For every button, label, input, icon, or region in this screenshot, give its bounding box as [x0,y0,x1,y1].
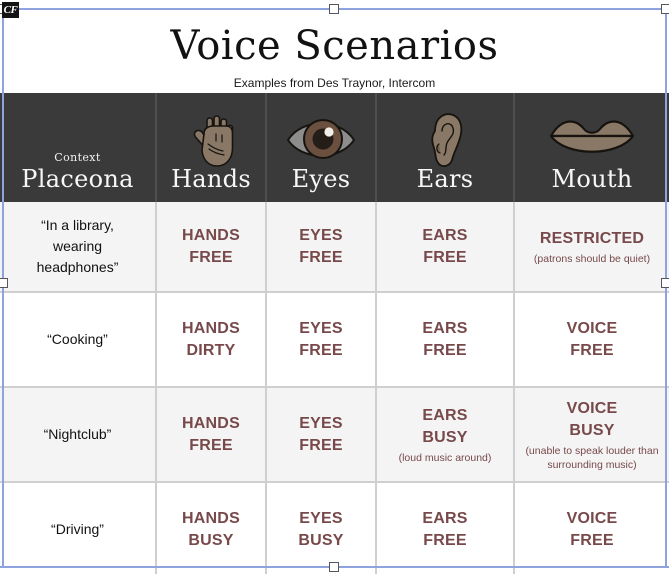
cell-eyes: EYES BUSY [266,482,377,574]
column-header-eyebrow: Context [54,151,101,164]
column-header-label: Placeona [21,165,134,193]
column-header-label: Hands [171,165,251,193]
cell-context: “Nightclub” [0,387,157,483]
state-line: EYES [299,509,343,527]
state-line: EARS [422,406,468,424]
state-line: RESTRICTED [539,229,645,247]
state-line: BUSY [188,531,234,549]
page-subtitle: Examples from Des Traynor, Intercom [233,76,436,90]
column-header-label: Mouth [551,165,633,193]
table-header-row: Context Placeona Hands Eyes Ears Mouth [0,93,669,202]
context-line: “Nightclub” [43,426,112,442]
state-line: FREE [299,248,343,266]
context-line: “Cooking” [47,331,108,347]
resize-handle-bottom[interactable] [329,562,339,572]
column-header-hands: Hands [156,93,267,202]
table-row: “Nightclub” HANDS FREE EYES FREE EARS BU… [0,387,669,483]
state-line: EYES [299,414,343,432]
state-line: VOICE [566,399,618,417]
cf-badge: CF [2,2,19,18]
state-line: VOICE [566,509,618,527]
resize-handle-top-right[interactable] [661,4,669,14]
column-header-label: Eyes [291,165,351,193]
cell-eyes: EYES FREE [266,387,377,483]
cell-hands: HANDS BUSY [156,482,267,574]
cell-ears: EARS FREE [376,202,515,293]
context-icon-placeholder [0,93,155,151]
column-header-mouth: Mouth [514,93,669,202]
state-line: EARS [422,319,468,337]
cell-context: “Driving” [0,482,157,574]
state-line: EYES [299,319,343,337]
state-line: HANDS [182,319,240,337]
slide-canvas: CF Voice Scenarios Examples from Des Tra… [0,0,669,574]
cell-context: “Cooking” [0,292,157,388]
page-title: Voice Scenarios [170,23,499,69]
context-line: wearing [52,238,103,254]
scenarios-table: Context Placeona Hands Eyes Ears Mouth “… [0,93,669,574]
cell-eyes: EYES FREE [266,202,377,293]
ear-icon [377,106,513,167]
state-line: FREE [189,248,233,266]
cell-hands: HANDS FREE [156,387,267,483]
state-line: HANDS [182,509,240,527]
state-line: DIRTY [186,341,236,359]
state-line: FREE [423,248,467,266]
state-note: (unable to speak louder than surrounding… [525,444,659,471]
cell-mouth: VOICE FREE [514,482,669,574]
state-line: BUSY [422,428,468,446]
mouth-icon [515,106,669,164]
context-line: headphones” [36,259,119,275]
cell-mouth: VOICE FREE [514,292,669,388]
cell-ears: EARS FREE [376,292,515,388]
cell-hands: HANDS DIRTY [156,292,267,388]
hand-icon [157,106,265,167]
state-line: EYES [299,226,343,244]
state-note: (loud music around) [398,451,492,464]
selection-border-left [2,8,4,568]
state-line: FREE [570,341,614,359]
state-line: EARS [422,226,468,244]
column-header-context: Context Placeona [0,93,157,202]
state-line: BUSY [298,531,344,549]
context-line: “In a library, [41,217,114,233]
state-note: (patrons should be quiet) [533,252,651,265]
eye-icon [267,106,375,164]
column-header-eyes: Eyes [266,93,377,202]
cell-hands: HANDS FREE [156,202,267,293]
cell-eyes: EYES FREE [266,292,377,388]
resize-handle-top[interactable] [329,4,339,14]
cell-ears: EARS BUSY (loud music around) [376,387,515,483]
selection-border-right [665,8,667,568]
table-row: “In a library, wearing headphones” HANDS… [0,202,669,293]
state-line: HANDS [182,226,240,244]
state-line: FREE [423,341,467,359]
state-line: FREE [423,531,467,549]
resize-handle-right[interactable] [661,278,669,288]
column-header-label: Ears [416,165,474,193]
state-line: EARS [422,509,468,527]
state-line: HANDS [182,414,240,432]
resize-handle-left[interactable] [0,278,8,288]
state-line: FREE [299,341,343,359]
context-line: “Driving” [51,521,104,537]
cell-context: “In a library, wearing headphones” [0,202,157,293]
cell-mouth: RESTRICTED (patrons should be quiet) [514,202,669,293]
state-line: FREE [189,436,233,454]
table-row: “Cooking” HANDS DIRTY EYES FREE EARS FRE… [0,292,669,388]
state-line: VOICE [566,319,618,337]
table-row: “Driving” HANDS BUSY EYES BUSY EARS FREE… [0,482,669,574]
cell-mouth: VOICE BUSY (unable to speak louder than … [514,387,669,483]
state-line: BUSY [569,421,615,439]
column-header-ears: Ears [376,93,515,202]
title-block: Voice Scenarios Examples from Des Trayno… [0,11,669,93]
state-line: FREE [570,531,614,549]
cell-ears: EARS FREE [376,482,515,574]
state-line: FREE [299,436,343,454]
